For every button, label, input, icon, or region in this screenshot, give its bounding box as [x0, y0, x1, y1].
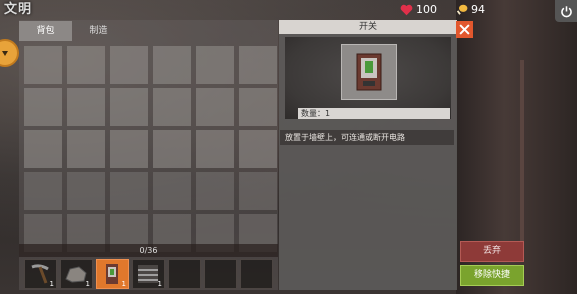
discard-button[interactable]: 丢弃 — [460, 241, 524, 262]
inventory-slot[interactable] — [24, 88, 62, 126]
inventory-slot[interactable] — [196, 130, 234, 168]
inventory-slot[interactable] — [110, 46, 148, 84]
inventory-slot[interactable] — [153, 88, 191, 126]
inventory-slot[interactable] — [153, 172, 191, 210]
hotbar-slot-qty: 1 — [85, 280, 90, 288]
hotbar-slot-qty: 1 — [49, 280, 54, 288]
item-description: 放置于墙壁上，可连通或断开电路 — [280, 130, 454, 145]
game-logo: 文明 — [4, 2, 33, 17]
tab-crafting[interactable]: 制造 — [72, 21, 125, 41]
hotbar-slot[interactable] — [204, 259, 237, 289]
arrow-icon — [2, 51, 8, 56]
inventory-slot[interactable] — [110, 172, 148, 210]
inventory-slot[interactable] — [196, 172, 234, 210]
health-value: 100 — [416, 3, 437, 16]
heart-icon — [400, 4, 413, 15]
inventory-slot[interactable] — [24, 130, 62, 168]
inventory-tabs: 背包 制造 — [19, 21, 125, 41]
inventory-slot[interactable] — [67, 88, 105, 126]
hotbar-slot[interactable]: 1 — [96, 259, 129, 289]
inventory-slot[interactable] — [24, 46, 62, 84]
remove-shortcut-button[interactable]: 移除快捷 — [460, 265, 524, 286]
capacity-label: 0/36 — [139, 246, 158, 255]
inventory-slot[interactable] — [196, 88, 234, 126]
food-value: 94 — [471, 3, 485, 16]
hotbar-slot[interactable]: 1 — [24, 259, 57, 289]
inventory-slot[interactable] — [110, 88, 148, 126]
inventory-slot[interactable] — [196, 46, 234, 84]
close-icon — [459, 24, 470, 35]
hotbar: 1 1 1 1 — [24, 259, 273, 289]
switch-icon — [356, 53, 382, 91]
inventory-slot[interactable] — [239, 172, 277, 210]
item-title: 开关 — [279, 20, 457, 34]
inventory-slot[interactable] — [239, 130, 277, 168]
power-button[interactable] — [555, 0, 577, 22]
inventory-slot[interactable] — [67, 46, 105, 84]
inventory-slot[interactable] — [67, 130, 105, 168]
background-pole — [520, 60, 524, 260]
health-stat: 100 — [400, 3, 437, 16]
hotbar-slot[interactable] — [168, 259, 201, 289]
inventory-slot[interactable] — [67, 172, 105, 210]
hotbar-slot[interactable]: 1 — [60, 259, 93, 289]
inventory-slot[interactable] — [24, 172, 62, 210]
food-stat: 94 — [456, 3, 485, 16]
item-quantity: 数量：1 — [298, 108, 450, 119]
rock-icon — [65, 266, 87, 283]
hotbar-slot-qty: 1 — [157, 280, 162, 288]
drumstick-icon — [456, 4, 468, 15]
inventory-slot[interactable] — [153, 130, 191, 168]
close-button[interactable] — [456, 21, 473, 38]
inventory-slot[interactable] — [153, 46, 191, 84]
top-hud: 文明 100 94 — [0, 0, 577, 22]
item-thumbnail — [341, 44, 397, 100]
inventory-slot[interactable] — [110, 130, 148, 168]
pickaxe-icon — [31, 264, 49, 284]
power-icon — [560, 5, 572, 17]
switch-icon — [106, 264, 118, 284]
hotbar-slot[interactable] — [240, 259, 273, 289]
tab-backpack[interactable]: 背包 — [19, 21, 72, 41]
hotbar-slot[interactable]: 1 — [132, 259, 165, 289]
inventory-grid — [24, 46, 277, 252]
inventory-slot[interactable] — [239, 46, 277, 84]
inventory-slot[interactable] — [239, 88, 277, 126]
fence-icon — [138, 265, 158, 283]
hotbar-slot-qty: 1 — [121, 280, 126, 288]
